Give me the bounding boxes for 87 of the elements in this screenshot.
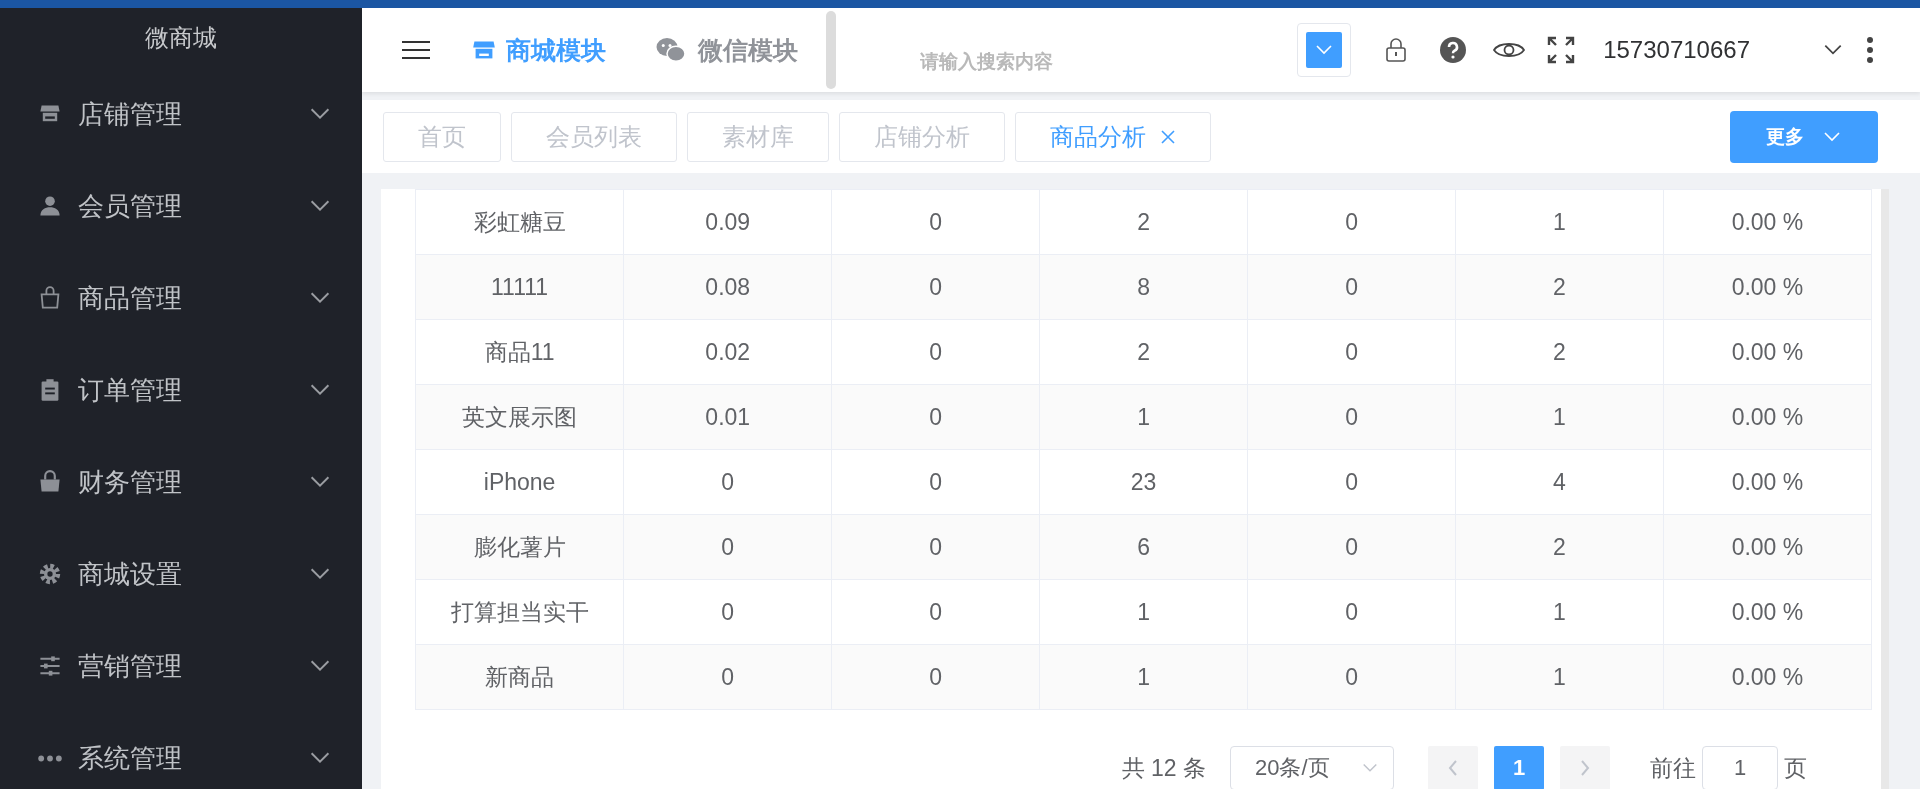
- more-vertical-icon[interactable]: [1866, 36, 1874, 64]
- table-cell: 0: [831, 579, 1040, 645]
- scrollbar-thumb[interactable]: [826, 11, 836, 89]
- bag-icon: [38, 470, 62, 494]
- help-icon[interactable]: [1439, 36, 1468, 64]
- page-size-select[interactable]: 20条/页: [1230, 746, 1394, 789]
- table-cell: 0.08: [623, 254, 832, 320]
- table-cell: 0.00 %: [1663, 449, 1872, 515]
- table-cell: 11111: [415, 254, 624, 320]
- table-cell: 1: [1455, 644, 1664, 710]
- search-field[interactable]: 请输入搜索内容: [918, 49, 1182, 73]
- menu-icon[interactable]: [402, 40, 430, 60]
- module-tab[interactable]: 微信模块: [644, 29, 806, 71]
- table-cell: 打算担当实干: [415, 579, 624, 645]
- table-cell: 1: [1039, 384, 1248, 450]
- close-icon[interactable]: [1160, 128, 1176, 145]
- table-cell: 1: [1455, 384, 1664, 450]
- table-cell: 新商品: [415, 644, 624, 710]
- table-cell: 23: [1039, 449, 1248, 515]
- table-cell: 彩虹糖豆: [415, 189, 624, 255]
- gear-icon: [38, 562, 62, 586]
- sidebar-item[interactable]: 系统管理: [0, 712, 362, 789]
- sliders-icon: [38, 654, 62, 678]
- table-cell: 0.01: [623, 384, 832, 450]
- bag-icon: [38, 286, 62, 310]
- table-cell: 0: [1247, 449, 1456, 515]
- table-cell: 0: [1247, 254, 1456, 320]
- table-cell: 2: [1455, 254, 1664, 320]
- table-cell: 0.00 %: [1663, 254, 1872, 320]
- sidebar-item[interactable]: 店铺管理: [0, 68, 362, 160]
- table-cell: 2: [1039, 319, 1248, 385]
- fullscreen-icon[interactable]: [1547, 36, 1576, 64]
- sidebar-item[interactable]: 商品管理: [0, 252, 362, 344]
- sidebar-item[interactable]: 财务管理: [0, 436, 362, 528]
- table-cell: 1: [1455, 579, 1664, 645]
- table-cell: 0: [831, 449, 1040, 515]
- table-cell: 1: [1455, 189, 1664, 255]
- table-cell: 0: [1247, 579, 1456, 645]
- table-cell: 0: [1247, 189, 1456, 255]
- table-cell: 0: [623, 449, 832, 515]
- app-title: 微商城: [144, 23, 218, 53]
- table-cell: 0: [623, 644, 832, 710]
- sidebar-item[interactable]: 营销管理: [0, 620, 362, 712]
- table-cell: 2: [1455, 514, 1664, 580]
- table-cell: 0.00 %: [1663, 579, 1872, 645]
- table-cell: 膨化薯片: [415, 514, 624, 580]
- lock-icon[interactable]: [1385, 37, 1408, 63]
- table-cell: 2: [1039, 189, 1248, 255]
- table-cell: 0: [831, 384, 1040, 450]
- table-cell: 6: [1039, 514, 1248, 580]
- table-cell: 1: [1039, 579, 1248, 645]
- goto-label: 前往: [1650, 753, 1696, 783]
- table-cell: 商品11: [415, 319, 624, 385]
- table-cell: 4: [1455, 449, 1664, 515]
- table-cell: 0: [831, 319, 1040, 385]
- user-icon: [38, 194, 62, 218]
- table-cell: 0: [623, 514, 832, 580]
- dropdown-button[interactable]: [1297, 23, 1352, 77]
- table-cell: 0.00 %: [1663, 319, 1872, 385]
- table-cell: 0.00 %: [1663, 514, 1872, 580]
- table-cell: 0: [1247, 319, 1456, 385]
- table-cell: 0: [1247, 514, 1456, 580]
- table-cell: 0: [1247, 384, 1456, 450]
- user-name[interactable]: 15730710667: [1603, 36, 1750, 64]
- page-suffix: 页: [1784, 753, 1807, 783]
- table-cell: 0.00 %: [1663, 644, 1872, 710]
- sidebar-item[interactable]: 订单管理: [0, 344, 362, 436]
- sidebar-item[interactable]: 会员管理: [0, 160, 362, 252]
- more-icon: [38, 754, 62, 762]
- table-cell: 0: [831, 189, 1040, 255]
- page-input[interactable]: 1: [1702, 746, 1778, 789]
- table-cell: 0: [831, 254, 1040, 320]
- table-cell: 8: [1039, 254, 1248, 320]
- table-cell: 2: [1455, 319, 1664, 385]
- total-count: 共 12 条: [1121, 753, 1206, 783]
- table-cell: iPhone: [415, 449, 624, 515]
- table-cell: 英文展示图: [415, 384, 624, 450]
- table-cell: 0.00 %: [1663, 189, 1872, 255]
- sidebar-item[interactable]: 商城设置: [0, 528, 362, 620]
- table-cell: 0.00 %: [1663, 384, 1872, 450]
- table-cell: 1: [1039, 644, 1248, 710]
- table-cell: 0: [623, 579, 832, 645]
- table-cell: 0.09: [623, 189, 832, 255]
- table-cell: 0: [831, 644, 1040, 710]
- table-cell: 0.02: [623, 319, 832, 385]
- table-cell: 0: [831, 514, 1040, 580]
- table-cell: 0: [1247, 644, 1456, 710]
